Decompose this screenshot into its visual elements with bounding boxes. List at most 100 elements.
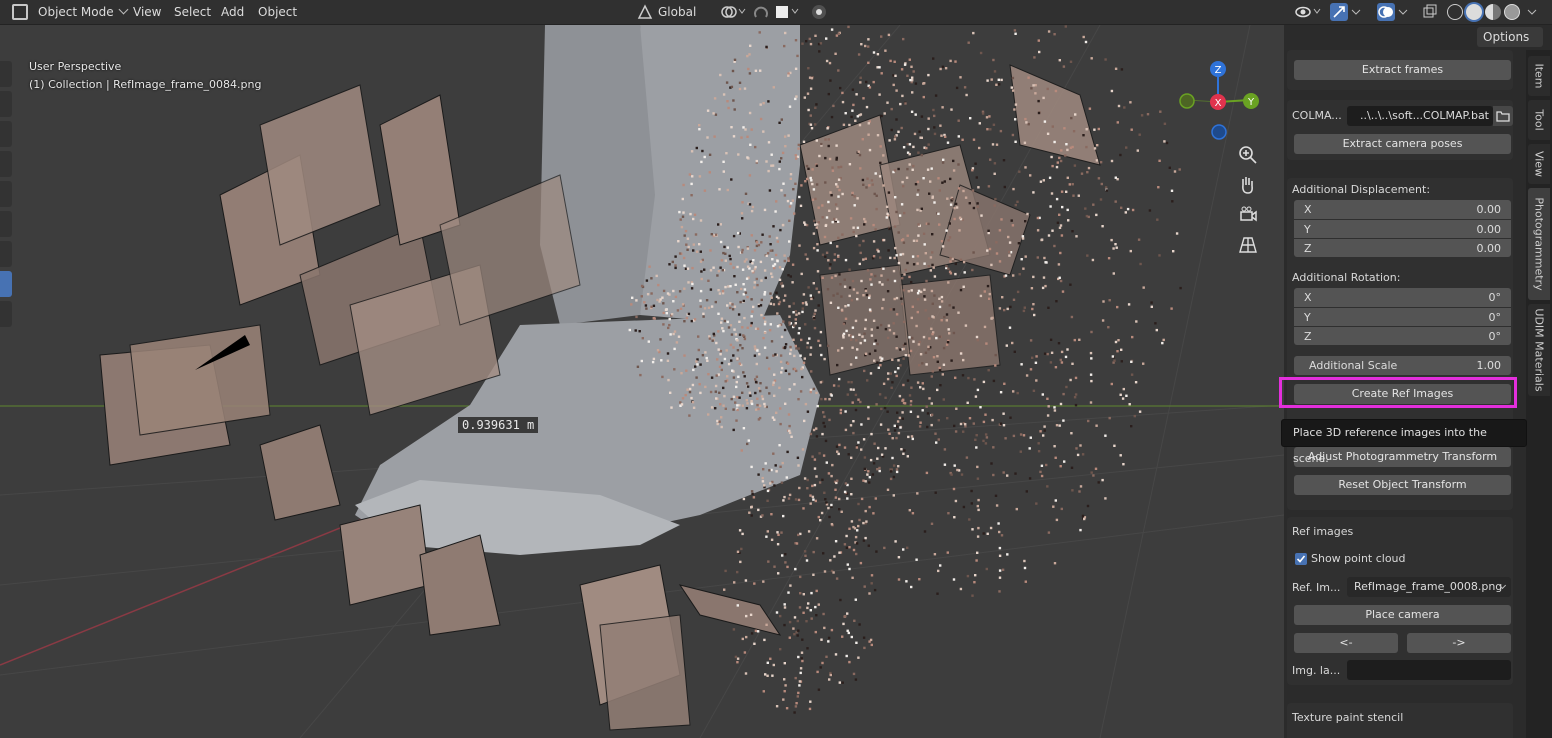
pivot-point-icon[interactable] <box>718 3 746 21</box>
rotation-x-field[interactable]: X 0° <box>1294 288 1511 307</box>
point-cloud-point <box>781 284 785 288</box>
tab-item[interactable]: Item <box>1528 56 1550 96</box>
point-cloud-point <box>870 283 873 286</box>
options-dropdown[interactable]: Options <box>1477 27 1543 60</box>
gizmo-toggle-icon[interactable] <box>1330 3 1348 21</box>
camera-view-icon[interactable] <box>1236 203 1260 227</box>
point-cloud-point <box>801 310 804 314</box>
point-cloud-point <box>811 455 814 458</box>
extract-camera-poses-button[interactable]: Extract camera poses <box>1294 134 1511 154</box>
point-cloud-point <box>993 162 997 165</box>
3d-viewport[interactable]: Z Y X User Perspective (1) Collection | … <box>0 25 1284 738</box>
visibility-icon[interactable] <box>1294 3 1321 21</box>
point-cloud-point <box>909 400 913 403</box>
menu-select[interactable]: Select <box>168 2 217 22</box>
menu-add[interactable]: Add <box>215 2 250 22</box>
editor-type-icon[interactable] <box>12 4 28 20</box>
pan-hand-icon[interactable] <box>1236 173 1260 197</box>
solid-shading-icon[interactable] <box>1466 4 1482 20</box>
displacement-y-field[interactable]: Y 0.00 <box>1294 219 1511 238</box>
point-cloud-point <box>875 194 878 197</box>
colmap-label: COLMA... <box>1292 109 1342 122</box>
scale-tool[interactable] <box>0 181 12 207</box>
menu-view[interactable]: View <box>127 2 167 22</box>
point-cloud-point <box>793 616 797 619</box>
zoom-icon[interactable] <box>1236 143 1260 167</box>
point-cloud-point <box>902 289 906 292</box>
point-cloud-point <box>994 494 998 497</box>
mode-dropdown[interactable]: Object Mode <box>32 2 133 22</box>
tab-photogrammetry[interactable]: Photogrammetry <box>1528 188 1550 300</box>
rotate-tool[interactable] <box>0 151 12 177</box>
point-cloud-point <box>825 37 828 40</box>
point-cloud-point <box>735 380 738 384</box>
point-cloud-point <box>1064 355 1068 359</box>
overlays-toggle-icon[interactable] <box>1377 3 1395 21</box>
point-cloud-point <box>1088 107 1092 110</box>
scene-canvas[interactable]: Z Y X <box>0 25 1284 738</box>
cursor-tool[interactable] <box>0 91 12 117</box>
place-camera-button[interactable]: Place camera <box>1294 605 1511 625</box>
folder-icon[interactable] <box>1493 106 1513 126</box>
point-cloud-point <box>858 244 861 247</box>
point-cloud-point <box>809 42 813 46</box>
point-cloud-point <box>848 567 851 571</box>
point-cloud-point <box>729 257 732 261</box>
orientation-dropdown[interactable]: Global <box>652 2 710 35</box>
texture-paint-stencil-section[interactable]: Texture paint stencil <box>1287 703 1513 738</box>
add-cube-tool[interactable] <box>0 301 12 327</box>
wireframe-shading-icon[interactable] <box>1447 4 1463 20</box>
point-cloud-point <box>872 223 875 227</box>
snap-icon[interactable] <box>752 3 770 21</box>
point-cloud-point <box>955 206 959 209</box>
point-cloud-point <box>868 148 872 152</box>
point-cloud-point <box>1110 238 1113 242</box>
point-cloud-point <box>892 308 896 311</box>
img-label-input[interactable] <box>1347 660 1511 680</box>
point-cloud-point <box>931 263 934 267</box>
next-image-button[interactable]: -> <box>1407 633 1511 653</box>
point-cloud-point <box>963 271 966 274</box>
additional-scale-field[interactable]: Additional Scale 1.00 <box>1294 356 1511 375</box>
tab-tool[interactable]: Tool <box>1528 100 1550 140</box>
menu-object[interactable]: Object <box>252 2 303 22</box>
rotation-z-field[interactable]: Z 0° <box>1294 326 1511 345</box>
point-cloud-point <box>817 291 821 294</box>
point-cloud-point <box>854 393 858 397</box>
ref-image-dropdown[interactable]: RefImage_frame_0008.png <box>1347 577 1511 597</box>
shading-dropdown-icon[interactable] <box>1526 3 1544 21</box>
perspective-toggle-icon[interactable] <box>1236 233 1260 257</box>
point-cloud-point <box>1021 237 1025 240</box>
point-cloud-point <box>659 338 662 341</box>
show-point-cloud-checkbox[interactable] <box>1295 553 1307 565</box>
xray-toggle-icon[interactable] <box>1421 3 1439 21</box>
point-cloud-point <box>819 519 822 522</box>
colmap-path-field[interactable]: ..\..\..\soft...COLMAP.bat <box>1347 106 1493 126</box>
select-box-tool[interactable] <box>0 61 12 87</box>
annotate-tool[interactable] <box>0 241 12 267</box>
transform-tool[interactable] <box>0 211 12 237</box>
tab-udim-materials[interactable]: UDIM Materials <box>1528 304 1550 396</box>
rendered-shading-icon[interactable] <box>1504 4 1520 20</box>
gizmo-dropdown-icon[interactable] <box>1350 3 1368 21</box>
previous-image-button[interactable]: <- <box>1294 633 1398 653</box>
extract-frames-button[interactable]: Extract frames <box>1294 60 1511 80</box>
point-cloud-point <box>731 303 734 306</box>
point-cloud-point <box>935 336 938 340</box>
proportional-editing-icon[interactable] <box>810 3 828 21</box>
point-cloud-point <box>824 397 827 401</box>
snap-target-icon[interactable] <box>774 3 799 21</box>
measure-tool[interactable] <box>0 271 12 297</box>
displacement-z-field[interactable]: Z 0.00 <box>1294 238 1511 257</box>
point-cloud-point <box>770 272 773 275</box>
rotation-y-field[interactable]: Y 0° <box>1294 307 1511 326</box>
material-preview-icon[interactable] <box>1485 4 1501 20</box>
move-tool[interactable] <box>0 121 12 147</box>
point-cloud-point <box>985 342 988 345</box>
point-cloud-point <box>771 416 775 419</box>
displacement-x-field[interactable]: X 0.00 <box>1294 200 1511 219</box>
point-cloud-point <box>749 394 752 397</box>
overlays-dropdown-icon[interactable] <box>1397 3 1415 21</box>
reset-object-transform-button[interactable]: Reset Object Transform <box>1294 475 1511 495</box>
tab-view[interactable]: View <box>1528 144 1550 184</box>
